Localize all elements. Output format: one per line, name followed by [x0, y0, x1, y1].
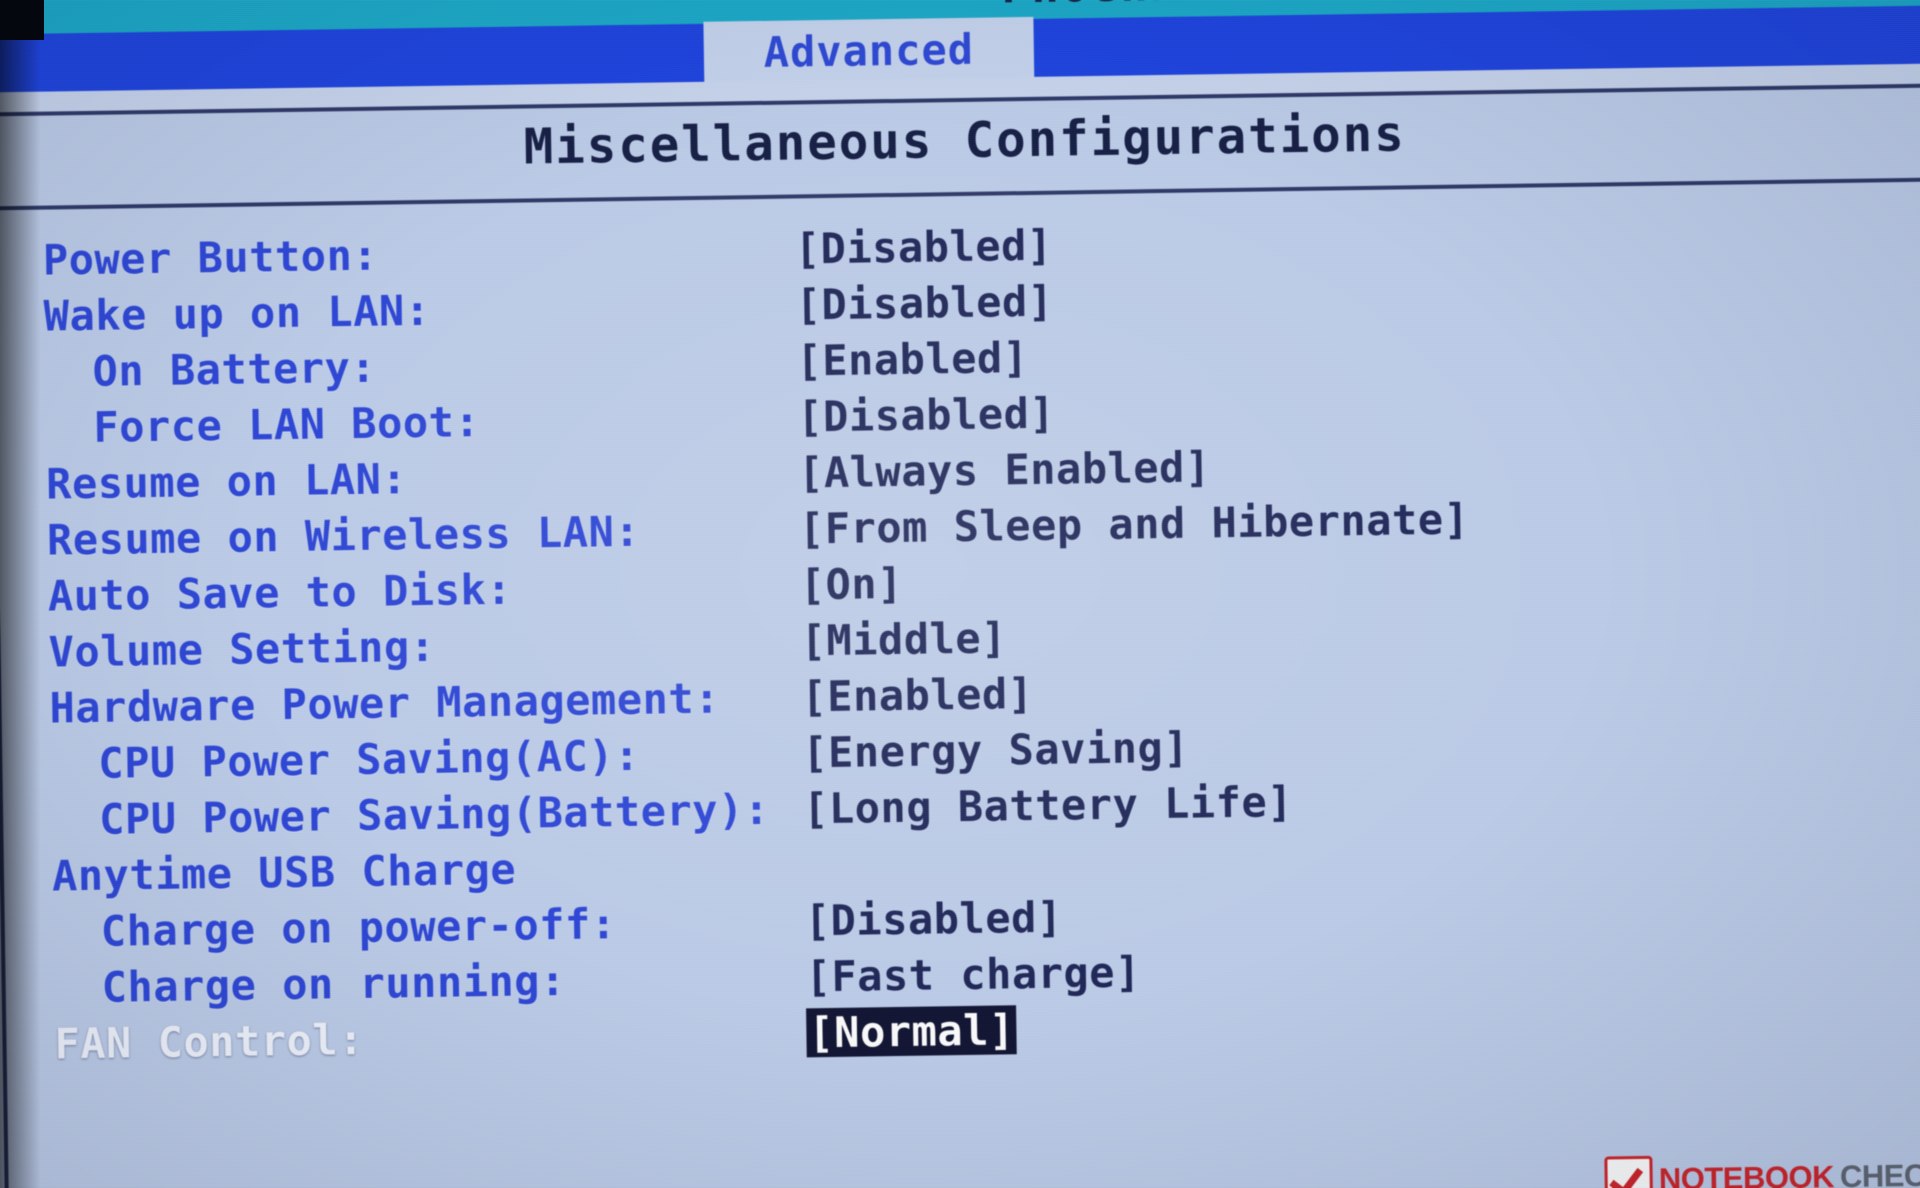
setting-value[interactable]: [On] — [799, 559, 903, 610]
tab-advanced-label: Advanced — [763, 24, 975, 77]
setting-value[interactable]: [Long Battery Life] — [803, 777, 1294, 833]
setting-label: CPU Power Saving(Battery): — [98, 784, 770, 844]
setting-label: Force LAN Boot: — [92, 397, 481, 452]
setting-label: Volume Setting: — [48, 621, 436, 677]
setting-label: FAN Control: — [54, 1014, 365, 1069]
setting-value[interactable]: [Normal] — [806, 1005, 1018, 1058]
bios-screen-photo: Phoenix SecureCore Technology S Advanced… — [0, 0, 1920, 1188]
setting-label: Anytime USB Charge — [51, 844, 517, 901]
setting-value[interactable]: [Disabled] — [797, 389, 1056, 442]
setting-label: Charge on running: — [101, 955, 567, 1012]
setting-label: Auto Save to Disk: — [47, 564, 513, 621]
setting-label: On Battery: — [92, 342, 377, 396]
setting-value[interactable]: [Fast charge] — [805, 947, 1141, 1001]
bios-screen-surface: Phoenix SecureCore Technology S Advanced… — [0, 0, 1920, 1188]
setting-label: Charge on power-off: — [100, 899, 617, 956]
heading-divider — [0, 177, 1920, 211]
setting-label: Hardware Power Management: — [49, 673, 721, 733]
check-icon — [1604, 1155, 1654, 1188]
setting-value[interactable]: [Disabled] — [804, 893, 1063, 946]
setting-value[interactable]: [From Sleep and Hibernate] — [799, 495, 1470, 554]
setting-value[interactable]: [Disabled] — [795, 277, 1054, 330]
page-title: Miscellaneous Configurations — [523, 105, 1407, 176]
setting-label: CPU Power Saving(AC): — [97, 730, 641, 788]
setting-value-highlight: [Normal] — [806, 1005, 1018, 1058]
setting-label: Resume on Wireless LAN: — [46, 506, 641, 565]
watermark-bold-text: NOTEBOOK — [1658, 1159, 1835, 1188]
setting-label: Wake up on LAN: — [43, 285, 431, 341]
setting-value[interactable]: [Disabled] — [794, 221, 1053, 274]
settings-panel: Miscellaneous Configurations Power Butto… — [0, 83, 1920, 1188]
setting-value[interactable]: [Energy Saving] — [802, 723, 1189, 778]
setting-value[interactable]: [Enabled] — [801, 669, 1034, 721]
setting-label: Resume on LAN: — [45, 454, 408, 509]
tab-advanced[interactable]: Advanced — [703, 16, 1035, 84]
setting-value[interactable]: [Middle] — [800, 613, 1007, 665]
settings-list: Power Button: [Disabled] Wake up on LAN: [D… — [0, 208, 1920, 1077]
setting-label: Power Button: — [42, 230, 379, 285]
setting-value[interactable]: [Enabled] — [796, 333, 1029, 385]
setting-value[interactable]: [Always Enabled] — [798, 442, 1211, 497]
notebookcheck-watermark: NOTEBOOK CHECK — [1604, 1151, 1920, 1188]
photo-corner-shadow — [0, 0, 44, 40]
watermark-light-text: CHECK — [1839, 1157, 1920, 1188]
